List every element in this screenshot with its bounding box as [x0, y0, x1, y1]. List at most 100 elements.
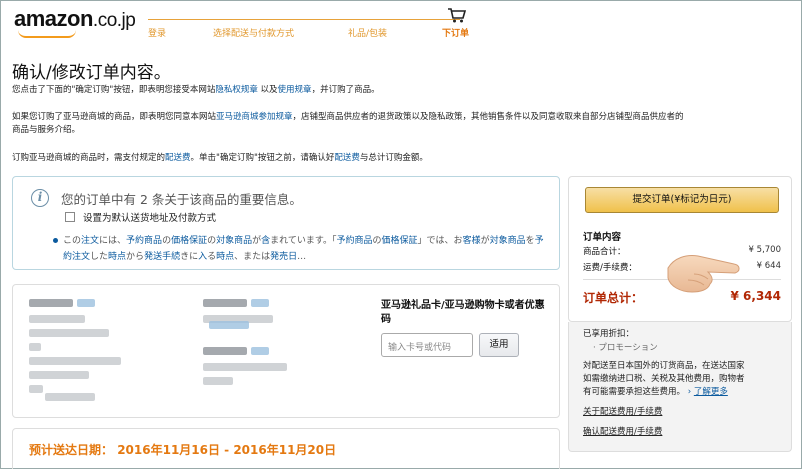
notice-link[interactable]: 価格保証 — [382, 236, 418, 246]
blurred-address-line — [45, 393, 95, 401]
place-order-button[interactable]: 提交订单(¥标记为日元) — [585, 187, 779, 213]
intro-mid: 以及 — [257, 85, 278, 95]
order-total-label: 订单总计： — [583, 291, 644, 305]
page-title: 确认/修改订单内容。 — [12, 63, 171, 83]
promotion-item: · プロモーション — [593, 343, 658, 353]
default-address-checkbox[interactable] — [65, 212, 75, 222]
notice-text: の — [372, 236, 382, 246]
notice-text: … — [297, 252, 307, 262]
info-title: 您的订单中有 2 条关于该商品的重要信息。 — [61, 192, 302, 207]
marketplace-line2: 商品与服务介绍。 — [12, 125, 81, 135]
default-address-label[interactable]: 设置为默认送货地址及付款方式 — [83, 210, 216, 224]
notice-text: を — [525, 236, 535, 246]
shipping-fee-link[interactable]: 配送费 — [165, 153, 191, 163]
marketplace-text: 如果您订购了亚马逊商城的商品，即表明您同意本网站亚马逊商城参加规章，店铺型商品供… — [12, 111, 792, 137]
amazon-logo[interactable]: amazon.co.jp — [14, 6, 136, 32]
import-note-line: 如需缴纳进口税、关税及其他费用，购物者 — [583, 374, 745, 384]
step-shipping-payment: 选择配送与付款方式 — [213, 29, 295, 39]
import-note-line: 有可能需要承担这些费用。 — [583, 387, 686, 397]
notice-text: から — [126, 252, 145, 262]
fee-mid: 。单击"确定订购"按钮之前，请确认好 — [190, 153, 335, 163]
notice-link[interactable]: 価格保証 — [171, 236, 207, 246]
notice-link[interactable]: 時点 — [216, 252, 234, 262]
preorder-price-guarantee-notice: この注文には、予約商品の価格保証の対象商品が含まれています。「予約商品の価格保証… — [63, 233, 551, 265]
delivery-label: 预计送达日期： — [29, 443, 114, 457]
blurred-address-line — [29, 315, 85, 323]
notice-text: の — [207, 236, 217, 246]
notice-link[interactable]: 発送手続 — [144, 252, 180, 262]
bullet-icon — [53, 238, 58, 243]
blurred-address-line — [29, 371, 89, 379]
gift-card-title: 亚马逊礼品卡/亚马逊购物卡或者优惠码 — [381, 300, 545, 325]
import-note-line: 対配送至日本国外的订货商品，在送达国家 — [583, 361, 745, 371]
notice-text: 」では、お — [417, 236, 463, 246]
blurred-address-line — [29, 343, 41, 351]
items-subtotal-value: ¥ 5,700 — [748, 245, 781, 255]
blurred-billing-line — [203, 363, 287, 371]
notice-link[interactable]: 客様 — [463, 236, 481, 246]
blurred-billing-line — [203, 377, 233, 385]
notice-text: 、または — [234, 252, 271, 262]
blurred-address-line — [29, 329, 109, 337]
shipping-value: ¥ 644 — [756, 261, 781, 271]
notice-text: まれています。「 — [270, 236, 337, 246]
important-info-box: i 您的订单中有 2 条关于该商品的重要信息。 设置为默认送货地址及付款方式 こ… — [12, 176, 560, 270]
summary-extra-panel: 已享用折扣： · プロモーション 対配送至日本国外的订货商品，在送达国家 如需缴… — [568, 322, 792, 452]
blurred-billing-title — [203, 347, 247, 355]
notice-text: した — [90, 252, 109, 262]
notice-link[interactable]: 予約商品 — [337, 236, 373, 246]
privacy-link[interactable]: 隐私权规章 — [215, 85, 258, 95]
step-login: 登录 — [148, 29, 167, 39]
intro-text: 您点击了下面的"确定订购"按钮，即表明您接受本网站隐私权规章 以及使用规章，并订… — [12, 84, 380, 97]
notice-link[interactable]: 対象商品 — [216, 236, 252, 246]
fee-pre: 订购亚马逊商城的商品时，需支付规定的 — [12, 153, 166, 163]
marketplace-post: ，店铺型商品供应者的退货政策以及隐私政策，其他销售条件以及同意收取来自部分店铺型… — [292, 112, 684, 122]
estimated-delivery: 预计送达日期： 2016年11月16日 - 2016年11月20日 — [29, 441, 336, 458]
shipping-label: 运费/手续费： — [583, 263, 637, 273]
learn-more-link[interactable]: 了解更多 — [694, 387, 728, 397]
notice-text: きに — [180, 252, 199, 262]
apply-code-button[interactable]: 适用 — [479, 333, 519, 357]
notice-text: この — [63, 236, 82, 246]
notice-text: には、 — [99, 236, 127, 246]
notice-link[interactable]: 発売日 — [270, 252, 297, 262]
shipping-fee-info-link[interactable]: 关于配送费用/手续费 — [583, 406, 662, 419]
confirm-shipping-fee-link[interactable]: 确认配送费用/手续费 — [583, 426, 662, 439]
blurred-name — [29, 299, 73, 307]
marketplace-pre: 如果您订购了亚马逊商城的商品，即表明您同意本网站 — [12, 112, 217, 122]
terms-link[interactable]: 使用规章 — [278, 85, 312, 95]
step-place-order: 下订单 — [442, 29, 470, 39]
pointing-hand-icon — [667, 255, 740, 293]
items-subtotal-label: 商品合计： — [583, 247, 626, 257]
gift-code-input[interactable]: 输入卡号或代码 — [381, 333, 473, 357]
marketplace-terms-link[interactable]: 亚马逊商城参加规章 — [216, 112, 293, 122]
blurred-address-line — [29, 357, 121, 365]
notice-link[interactable]: 時点 — [108, 252, 126, 262]
blurred-address-line — [29, 385, 43, 393]
blurred-payment-link[interactable] — [209, 321, 249, 329]
discount-label: 已享用折扣： — [583, 329, 635, 339]
order-summary-heading: 订单内容 — [583, 232, 622, 243]
checkout-progress-line — [148, 19, 460, 20]
notice-link[interactable]: 予約商品 — [126, 236, 162, 246]
blurred-payment-change-link[interactable] — [251, 299, 269, 307]
notice-link[interactable]: 注文 — [81, 236, 99, 246]
blurred-change-link[interactable] — [77, 299, 95, 307]
notice-link[interactable]: 対象商品 — [490, 236, 526, 246]
notice-text: の — [162, 236, 172, 246]
shipping-fee-link-2[interactable]: 配送费 — [334, 153, 360, 163]
shipping-fee-text: 订购亚马逊商城的商品时，需支付规定的配送费。单击"确定订购"按钮之前，请确认好配… — [12, 152, 428, 165]
cart-icon — [448, 8, 467, 23]
logo-smile-icon — [18, 30, 76, 38]
notice-text: が — [480, 236, 490, 246]
notice-link[interactable]: 含 — [261, 236, 270, 246]
info-icon: i — [31, 189, 49, 207]
intro-post: ，并订购了商品。 — [311, 85, 380, 95]
delivery-box: 预计送达日期： 2016年11月16日 - 2016年11月20日 — [12, 428, 560, 469]
notice-text: が — [252, 236, 262, 246]
notice-text: る — [207, 252, 217, 262]
blurred-billing-change-link[interactable] — [251, 347, 269, 355]
blurred-payment-title — [203, 299, 247, 307]
notice-link[interactable]: 入 — [198, 252, 207, 262]
delivery-date-range: 2016年11月16日 - 2016年11月20日 — [117, 443, 337, 457]
